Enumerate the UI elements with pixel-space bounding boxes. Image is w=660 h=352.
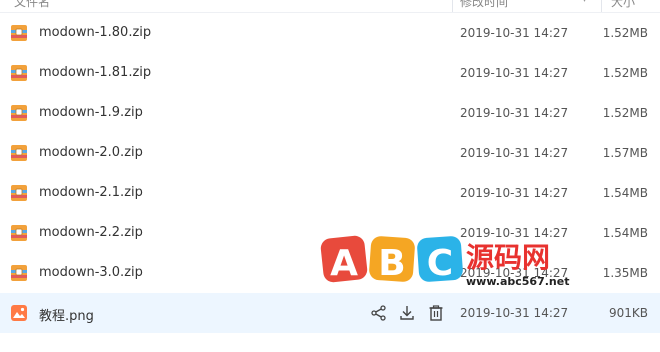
file-date: 2019-10-31 14:27 xyxy=(460,26,569,40)
column-separator[interactable] xyxy=(452,0,453,12)
file-date: 2019-10-31 14:27 xyxy=(460,146,569,160)
file-row[interactable]: modown-2.2.zip 2019-10-31 14:27 1.54MB xyxy=(0,213,660,253)
archive-icon xyxy=(11,65,27,81)
file-date: 2019-10-31 14:27 xyxy=(460,306,569,320)
file-date: 2019-10-31 14:27 xyxy=(460,66,569,80)
file-list-header: 文件名 修改时间 ▾ 大小 xyxy=(0,0,660,13)
archive-icon xyxy=(11,105,27,121)
file-date: 2019-10-31 14:27 xyxy=(460,186,569,200)
file-size: 1.54MB xyxy=(602,226,648,240)
column-separator[interactable] xyxy=(601,0,602,12)
column-header-size[interactable]: 大小 xyxy=(611,0,635,10)
file-size: 901KB xyxy=(608,306,648,320)
archive-icon xyxy=(11,25,27,41)
file-name[interactable]: modown-2.0.zip xyxy=(39,145,143,160)
file-name[interactable]: modown-2.2.zip xyxy=(39,225,143,240)
share-icon[interactable] xyxy=(370,304,388,322)
delete-icon[interactable] xyxy=(427,304,445,322)
file-size: 1.54MB xyxy=(602,186,648,200)
file-date: 2019-10-31 14:27 xyxy=(460,106,569,120)
file-row[interactable]: modown-2.1.zip 2019-10-31 14:27 1.54MB xyxy=(0,173,660,213)
file-name[interactable]: modown-1.81.zip xyxy=(39,65,151,80)
column-header-name[interactable]: 文件名 xyxy=(14,0,50,10)
archive-icon xyxy=(11,185,27,201)
file-size: 1.57MB xyxy=(602,146,648,160)
file-size: 1.35MB xyxy=(602,266,648,280)
file-row[interactable]: modown-3.0.zip 2019-10-31 14:27 1.35MB xyxy=(0,253,660,293)
archive-icon xyxy=(11,265,27,281)
archive-icon xyxy=(11,145,27,161)
file-name[interactable]: modown-1.80.zip xyxy=(39,25,151,40)
file-date: 2019-10-31 14:27 xyxy=(460,266,569,280)
file-row[interactable]: modown-1.81.zip 2019-10-31 14:27 1.52MB xyxy=(0,53,660,93)
file-date: 2019-10-31 14:27 xyxy=(460,226,569,240)
image-icon xyxy=(11,305,27,321)
archive-icon xyxy=(11,225,27,241)
file-name[interactable]: 教程.png xyxy=(39,305,94,324)
file-row[interactable]: modown-1.9.zip 2019-10-31 14:27 1.52MB xyxy=(0,93,660,133)
file-name[interactable]: modown-2.1.zip xyxy=(39,185,143,200)
sort-chevron-down-icon[interactable]: ▾ xyxy=(582,0,587,5)
file-size: 1.52MB xyxy=(602,26,648,40)
file-row[interactable]: modown-1.80.zip 2019-10-31 14:27 1.52MB xyxy=(0,13,660,53)
file-name[interactable]: modown-1.9.zip xyxy=(39,105,143,120)
file-name[interactable]: modown-3.0.zip xyxy=(39,265,143,280)
download-icon[interactable] xyxy=(398,304,416,322)
file-row-selected[interactable]: 教程.png 2019-10-31 14:27 901KB xyxy=(0,293,660,333)
file-size: 1.52MB xyxy=(602,66,648,80)
file-row[interactable]: modown-2.0.zip 2019-10-31 14:27 1.57MB xyxy=(0,133,660,173)
column-header-date[interactable]: 修改时间 xyxy=(460,0,508,10)
file-size: 1.52MB xyxy=(602,106,648,120)
